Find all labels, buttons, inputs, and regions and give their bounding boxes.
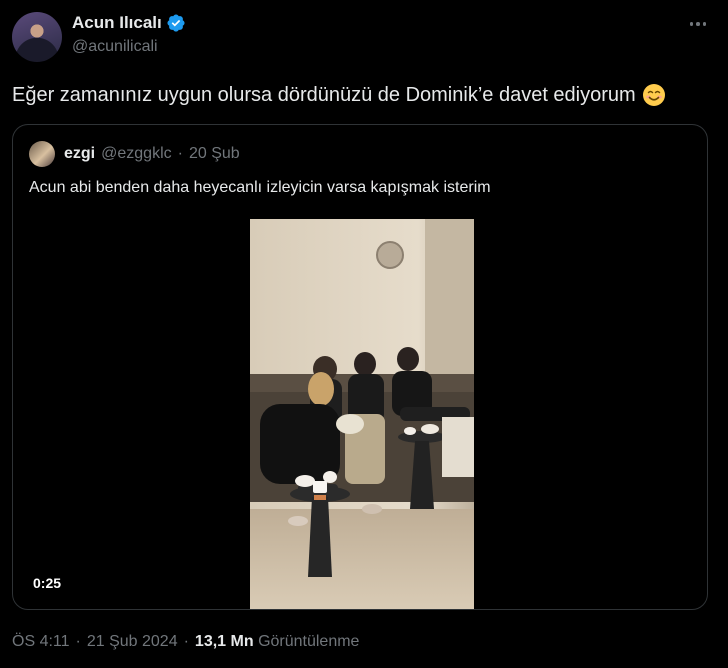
quoted-author-name: ezgi [64,145,96,162]
video-duration: 0:25 [29,573,66,593]
verified-badge-icon [166,13,186,33]
video-thumbnail [250,219,474,609]
tweet-footer: ÖS 4:11 · 21 Şub 2024 · 13,1 Mn Görüntül… [12,633,359,651]
author-avatar[interactable] [12,12,62,62]
tweet-time[interactable]: ÖS 4:11 [12,633,70,651]
quoted-tweet-header: ezgi @ezggklc · 20 Şub [29,141,240,167]
smiling-face-icon [642,83,666,107]
quoted-tweet-card[interactable]: ezgi @ezggklc · 20 Şub Acun abi benden d… [12,124,708,610]
more-options-icon[interactable] [684,12,712,36]
tweet-text-row: Eğer zamanınız uygun olursa dördünüzü de… [12,83,716,107]
quoted-video-player[interactable] [250,219,474,609]
quoted-tweet-text: Acun abi benden daha heyecanlı izleyicin… [29,179,491,196]
quoted-date: 20 Şub [188,145,240,162]
quoted-author-handle: @ezggklc [101,145,172,162]
views-count: 13,1 Mn [194,633,254,650]
tweet-date[interactable]: 21 Şub 2024 [87,633,178,651]
views-label: Görüntülenme [258,633,360,650]
author-name-row[interactable]: Acun Ilıcalı [72,13,186,33]
footer-separator: · [183,633,189,650]
footer-separator: · [75,633,81,650]
author-name[interactable]: Acun Ilıcalı [72,13,162,33]
quoted-separator: · [177,145,183,162]
tweet-text: Eğer zamanınız uygun olursa dördünüzü de… [12,84,636,106]
quoted-author-avatar [29,141,55,167]
author-handle[interactable]: @acunilicali [72,38,158,56]
